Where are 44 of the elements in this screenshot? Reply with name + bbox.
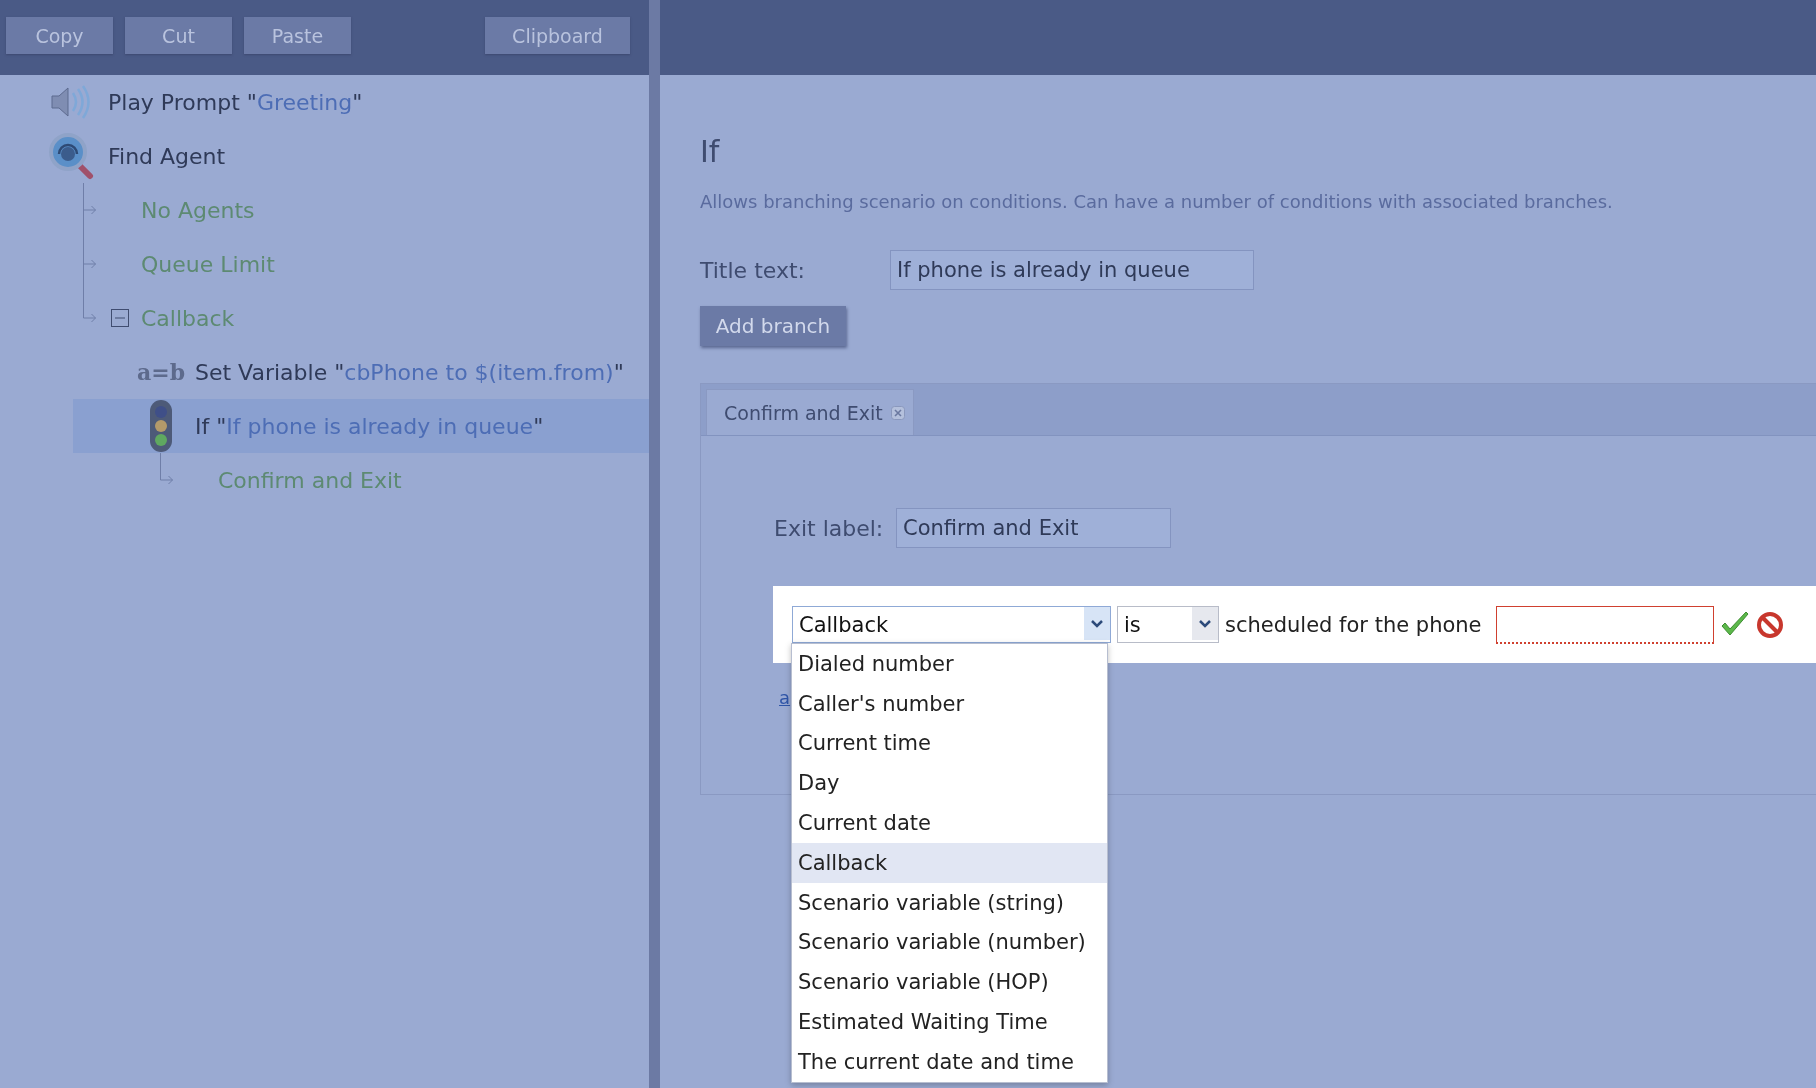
tree-item-label: Callback (141, 305, 235, 331)
field-label: Exit label: (774, 515, 885, 541)
tree-item-label: Play Prompt "Greeting" (108, 89, 363, 115)
tree-item-label: Find Agent (108, 143, 226, 169)
dropdown-option[interactable]: Dialed number (792, 644, 1107, 684)
tree-item-label: Queue Limit (141, 251, 275, 277)
condition-text: scheduled for the phone (1225, 612, 1482, 637)
branch-connector (159, 453, 173, 485)
dropdown-option[interactable]: Scenario variable (HOP) (792, 962, 1107, 1003)
tree-item-label: If "If phone is already in queue" (195, 413, 544, 439)
tab[interactable]: Confirm and Exit (706, 389, 914, 435)
text-field[interactable]: If phone is already in queue (890, 250, 1254, 290)
dropdown-option[interactable]: Day (792, 763, 1107, 804)
text-field[interactable]: Confirm and Exit (896, 508, 1171, 548)
add-branch-button[interactable]: Add branch (700, 306, 846, 346)
link[interactable]: a (779, 687, 791, 708)
tree-row[interactable]: Play Prompt "Greeting" (0, 75, 649, 129)
tree-row[interactable]: a=b Set Variable "cbPhone to $(item.from)" (73, 345, 649, 399)
close-icon[interactable] (890, 405, 905, 420)
tree-row[interactable]: If "If phone is already in queue" (73, 399, 649, 453)
dropdown-option[interactable]: Callback (792, 843, 1107, 883)
tree-item-label: Confirm and Exit (218, 467, 402, 493)
dropdown-option[interactable]: Current date (792, 803, 1107, 843)
operator-select[interactable]: is (1117, 606, 1219, 643)
description-text: Allows branching scenario on conditions. Can have a number of conditions with associated branches. (700, 191, 1614, 212)
dropdown-option[interactable]: Scenario variable (number) (792, 922, 1107, 963)
phone-field[interactable] (1495, 605, 1714, 644)
panel-title: If (700, 134, 721, 169)
tree-item-label: Set Variable "cbPhone to $(item.from)" (195, 359, 624, 385)
dropdown-option[interactable]: The current date and time (792, 1041, 1107, 1082)
traffic-light-icon (148, 398, 174, 454)
field-label: Title text: (700, 257, 806, 283)
variable-icon: a=b (136, 359, 186, 385)
branch-connector (82, 183, 96, 237)
variable-select[interactable]: Callback (792, 606, 1111, 643)
dropdown-option[interactable]: Caller's number (792, 683, 1107, 724)
dropdown-option[interactable]: Current time (792, 723, 1107, 764)
search-agent-icon (48, 132, 96, 180)
cancel-icon[interactable] (1755, 610, 1784, 639)
tree-row[interactable]: Find Agent (0, 129, 649, 183)
dropdown-option[interactable]: Estimated Waiting Time (792, 1002, 1107, 1042)
dropdown-option[interactable]: Scenario variable (string) (792, 882, 1107, 923)
tree-item-label: No Agents (141, 197, 255, 223)
collapse-toggle-icon[interactable] (111, 309, 129, 327)
